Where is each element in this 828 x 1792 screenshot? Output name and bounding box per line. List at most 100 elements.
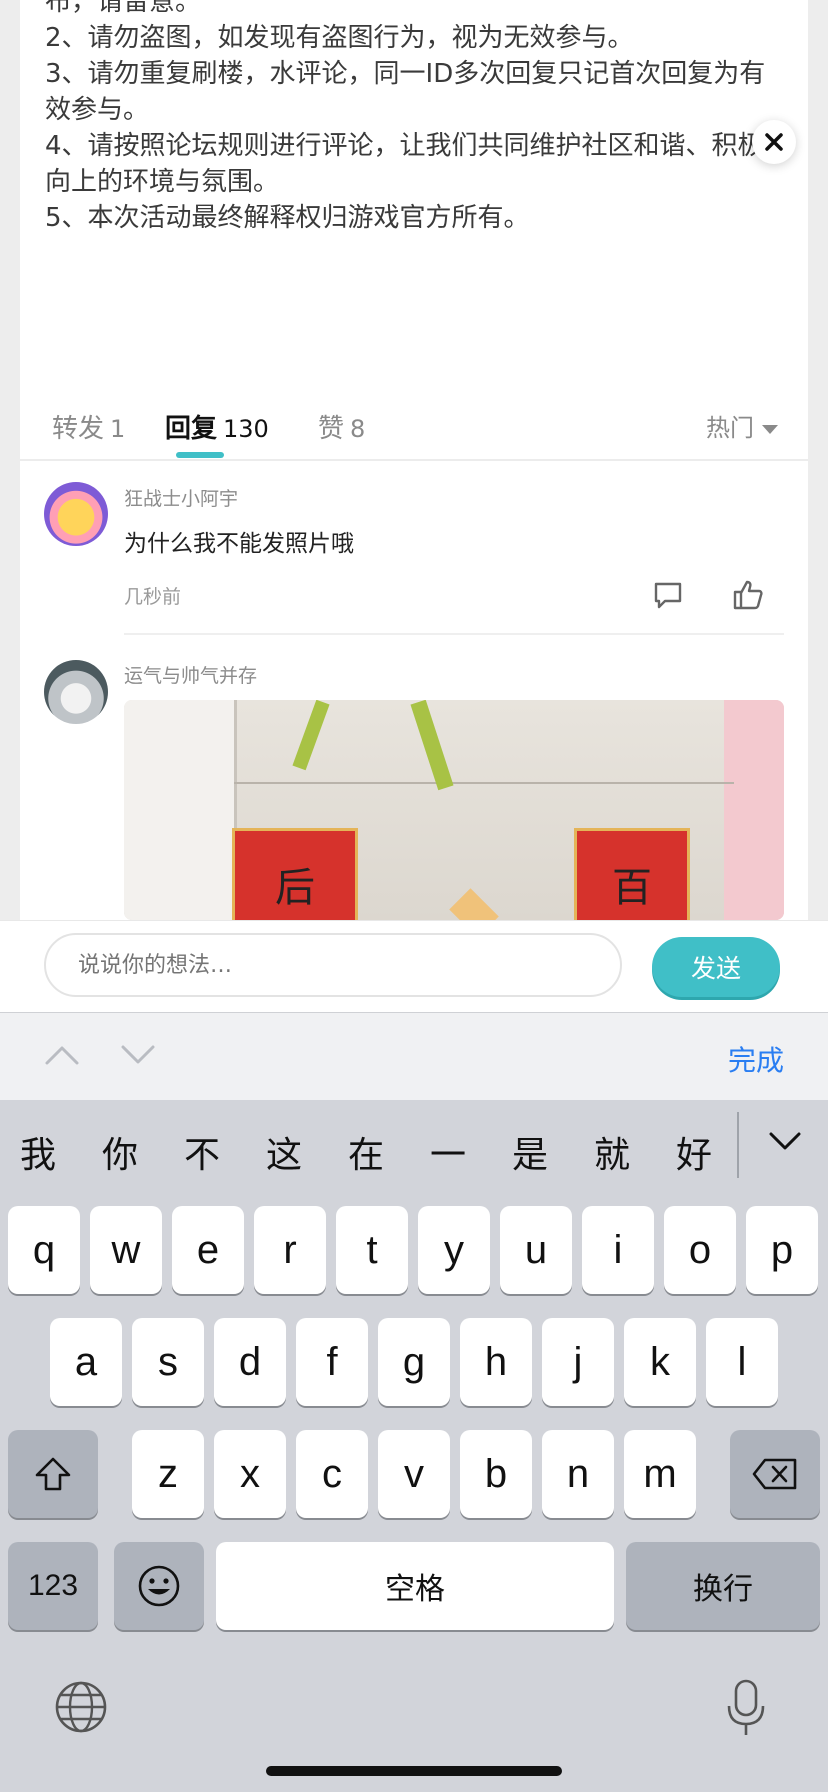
key-n[interactable]: n <box>542 1430 614 1518</box>
like-icon[interactable] <box>730 577 766 613</box>
space-key[interactable]: 空格 <box>216 1542 614 1630</box>
comment-time: 几秒前 <box>124 586 182 608</box>
candidate-word[interactable]: 这 <box>266 1126 302 1178</box>
key-u[interactable]: u <box>500 1206 572 1294</box>
tab-count: 8 <box>350 415 366 443</box>
tab-count: 130 <box>223 415 269 443</box>
key-d[interactable]: d <box>214 1318 286 1406</box>
rule-line: 效参与。 <box>45 95 150 125</box>
keyboard: 我 你 不 这 在 一 是 就 好 q w e r t y u i o p a … <box>0 1100 828 1792</box>
send-button[interactable]: 发送 <box>652 937 780 997</box>
close-icon <box>765 133 783 151</box>
photo-detail <box>410 700 454 791</box>
tab-label: 赞 <box>318 414 345 444</box>
comment-input[interactable] <box>44 933 622 997</box>
key-t[interactable]: t <box>336 1206 408 1294</box>
key-s[interactable]: s <box>132 1318 204 1406</box>
candidate-bar: 我 你 不 这 在 一 是 就 好 <box>0 1100 828 1196</box>
photo-detail <box>449 888 499 920</box>
emoji-icon <box>138 1565 180 1607</box>
key-b[interactable]: b <box>460 1430 532 1518</box>
sort-dropdown[interactable]: 热门 <box>706 408 778 443</box>
avatar[interactable] <box>44 660 108 724</box>
reply-icon[interactable] <box>650 577 686 613</box>
photo-detail <box>724 700 784 920</box>
rule-line: 4、请按照论坛规则进行评论，让我们共同维护社区和谐、积极 <box>45 131 764 161</box>
chevron-down-icon[interactable] <box>120 1043 156 1067</box>
backspace-icon <box>752 1458 797 1490</box>
candidate-word[interactable]: 在 <box>348 1126 384 1178</box>
candidate-word[interactable]: 不 <box>184 1126 220 1178</box>
tab-likes[interactable]: 赞8 <box>318 408 365 445</box>
avatar[interactable] <box>44 482 108 546</box>
key-q[interactable]: q <box>8 1206 80 1294</box>
chevron-down-icon[interactable] <box>768 1130 802 1152</box>
divider <box>737 1112 739 1178</box>
key-l[interactable]: l <box>706 1318 778 1406</box>
post-rules: 布，请留意。 2、请勿盗图，如发现有盗图行为，视为无效参与。 3、请勿重复刷楼，… <box>45 0 765 236</box>
keyboard-accessory-bar: 完成 <box>0 1012 828 1101</box>
red-couplet: 百 <box>574 828 690 920</box>
candidate-word[interactable]: 好 <box>676 1126 712 1178</box>
key-z[interactable]: z <box>132 1430 204 1518</box>
tab-count: 1 <box>110 415 126 443</box>
rule-line: 布，请留意。 <box>45 0 202 17</box>
key-k[interactable]: k <box>624 1318 696 1406</box>
key-j[interactable]: j <box>542 1318 614 1406</box>
numbers-key[interactable]: 123 <box>8 1542 98 1630</box>
divider <box>20 459 808 461</box>
candidate-word[interactable]: 你 <box>102 1126 138 1178</box>
key-f[interactable]: f <box>296 1318 368 1406</box>
globe-icon[interactable] <box>54 1680 108 1734</box>
sort-label: 热门 <box>706 414 754 442</box>
key-h[interactable]: h <box>460 1318 532 1406</box>
photo-detail <box>234 782 734 784</box>
candidate-word[interactable]: 就 <box>594 1126 630 1178</box>
divider <box>124 633 784 635</box>
key-y[interactable]: y <box>418 1206 490 1294</box>
rule-line: 5、本次活动最终解释权归游戏官方所有。 <box>45 203 530 233</box>
done-button[interactable]: 完成 <box>728 1039 784 1079</box>
rule-line: 3、请勿重复刷楼，水评论，同一ID多次回复只记首次回复为有 <box>45 59 766 89</box>
candidate-word[interactable]: 是 <box>512 1126 548 1178</box>
delete-key[interactable] <box>730 1430 820 1518</box>
return-key[interactable]: 换行 <box>626 1542 820 1630</box>
key-c[interactable]: c <box>296 1430 368 1518</box>
tab-replies[interactable]: 回复 130 <box>165 408 269 445</box>
couplet-char: 百 <box>612 865 652 911</box>
comment-username[interactable]: 狂战士小阿宇 <box>124 484 238 511</box>
microphone-icon[interactable] <box>724 1678 768 1738</box>
close-button[interactable] <box>752 120 796 164</box>
comment-text: 为什么我不能发照片哦 <box>124 531 354 557</box>
key-r[interactable]: r <box>254 1206 326 1294</box>
key-o[interactable]: o <box>664 1206 736 1294</box>
rule-line: 向上的环境与氛围。 <box>45 167 280 197</box>
comment-photo[interactable]: 后 百 <box>124 700 784 920</box>
chevron-up-icon[interactable] <box>44 1043 80 1067</box>
home-indicator <box>266 1766 562 1776</box>
photo-detail <box>292 700 330 771</box>
comment-input-bar: 发送 <box>0 920 828 1013</box>
caret-down-icon <box>762 424 778 434</box>
emoji-key[interactable] <box>114 1542 204 1630</box>
rule-line: 2、请勿盗图，如发现有盗图行为，视为无效参与。 <box>45 23 634 53</box>
key-x[interactable]: x <box>214 1430 286 1518</box>
key-g[interactable]: g <box>378 1318 450 1406</box>
shift-icon <box>35 1457 71 1491</box>
key-a[interactable]: a <box>50 1318 122 1406</box>
key-p[interactable]: p <box>746 1206 818 1294</box>
candidate-word[interactable]: 一 <box>430 1126 466 1178</box>
key-e[interactable]: e <box>172 1206 244 1294</box>
shift-key[interactable] <box>8 1430 98 1518</box>
photo-detail <box>124 700 237 920</box>
tab-label: 转发 <box>52 414 105 444</box>
key-w[interactable]: w <box>90 1206 162 1294</box>
key-v[interactable]: v <box>378 1430 450 1518</box>
active-tab-indicator <box>176 452 224 458</box>
comment-username[interactable]: 运气与帅气并存 <box>124 661 257 688</box>
comment-tabs: 转发 1 回复 130 赞8 热门 <box>20 390 808 460</box>
candidate-word[interactable]: 我 <box>20 1126 56 1178</box>
key-i[interactable]: i <box>582 1206 654 1294</box>
tab-repost[interactable]: 转发 1 <box>52 408 125 445</box>
key-m[interactable]: m <box>624 1430 696 1518</box>
